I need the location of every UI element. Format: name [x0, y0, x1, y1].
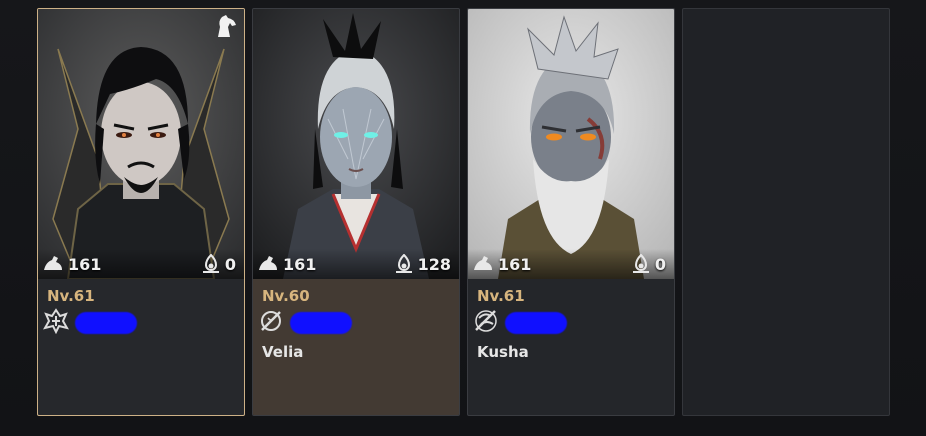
sorceress-class-icon	[258, 308, 284, 338]
character-level: Nv.61	[47, 287, 95, 305]
arm-strength-icon	[257, 254, 279, 274]
energy-flame-icon	[201, 254, 221, 274]
energy-stat: 161	[257, 253, 316, 275]
arm-strength-icon	[42, 254, 64, 274]
character-region: Velia	[262, 343, 304, 361]
redacted-character-name	[290, 312, 352, 334]
character-level: Nv.60	[262, 287, 310, 305]
energy-stat: 161	[472, 253, 531, 275]
character-card-1[interactable]: 161 0 Nv.61	[37, 8, 245, 416]
character-region: Kusha	[477, 343, 529, 361]
character-level: Nv.61	[477, 287, 525, 305]
character-info: Nv.61	[38, 279, 244, 415]
character-portrait	[38, 9, 244, 279]
character-portrait	[468, 9, 674, 279]
energy-flame-icon	[631, 254, 651, 274]
energy-flame-icon	[394, 254, 414, 274]
arm-strength-icon	[472, 254, 494, 274]
redacted-character-name	[75, 312, 137, 334]
contribution-stat: 128	[394, 253, 451, 275]
character-card-3[interactable]: 161 0 Nv.61 Kusha	[467, 8, 675, 416]
dark-knight-class-icon	[42, 308, 70, 338]
character-portrait	[253, 9, 459, 279]
empty-character-slot[interactable]	[682, 8, 890, 416]
character-info: Nv.61 Kusha	[468, 279, 674, 415]
energy-stat: 161	[42, 253, 101, 275]
horse-icon	[212, 13, 240, 43]
character-card-2[interactable]: 161 128 Nv.60 Velia	[252, 8, 460, 416]
character-info: Nv.60 Velia	[253, 279, 459, 415]
mystic-class-icon	[473, 308, 499, 338]
contribution-stat: 0	[201, 253, 236, 275]
redacted-character-name	[505, 312, 567, 334]
character-select-strip: 161 0 Nv.61 161 128 Nv.60 Velia 161 0 Nv…	[0, 0, 926, 436]
contribution-stat: 0	[631, 253, 666, 275]
